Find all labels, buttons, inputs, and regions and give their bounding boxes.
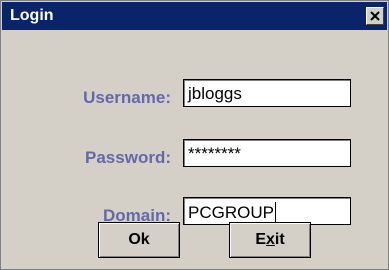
password-value: ******** <box>188 144 241 163</box>
username-label: Username: <box>83 88 171 107</box>
login-dialog: Login Username: jbloggs Password: ******… <box>0 0 389 270</box>
ok-label: Ok <box>128 231 150 248</box>
exit-label-pre: E <box>255 231 266 248</box>
text-caret <box>274 202 276 222</box>
title-bar[interactable]: Login <box>2 2 387 30</box>
domain-field[interactable]: PCGROUP <box>183 197 351 225</box>
close-button[interactable] <box>366 7 384 25</box>
password-field[interactable]: ******** <box>183 139 351 167</box>
exit-label-post: it <box>274 231 285 248</box>
window-title: Login <box>10 7 54 24</box>
domain-value: PCGROUP <box>188 203 274 222</box>
exit-button[interactable]: Exit <box>229 222 311 258</box>
close-icon <box>370 11 380 21</box>
username-field[interactable]: jbloggs <box>183 79 351 107</box>
password-label: Password: <box>85 148 171 167</box>
username-value: jbloggs <box>188 84 242 103</box>
ok-button[interactable]: Ok <box>98 222 180 258</box>
exit-mnemonic: x <box>265 231 275 248</box>
